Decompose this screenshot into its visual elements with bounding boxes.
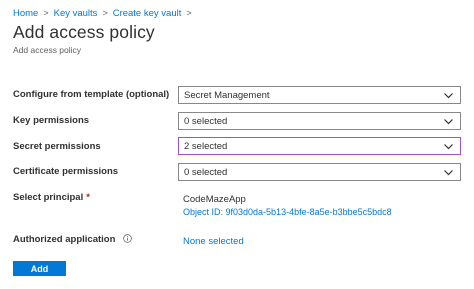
chevron-down-icon: [444, 144, 453, 150]
select-principal-label: Select principal *: [13, 192, 90, 204]
certificate-permissions-dropdown[interactable]: 0 selected: [178, 163, 461, 181]
breadcrumb-separator-icon: >: [102, 8, 108, 18]
certificate-permissions-value: 0 selected: [184, 166, 228, 178]
secret-permissions-dropdown[interactable]: 2 selected: [178, 137, 461, 155]
page-title: Add access policy: [13, 22, 155, 42]
chevron-down-icon: [444, 170, 453, 176]
secret-permissions-label: Secret permissions: [13, 141, 101, 152]
authorized-application-link[interactable]: None selected: [183, 236, 244, 247]
key-permissions-label: Key permissions: [13, 115, 90, 126]
info-icon[interactable]: [123, 234, 132, 243]
secret-permissions-value: 2 selected: [184, 140, 228, 152]
template-dropdown-value: Secret Management: [184, 89, 270, 101]
certificate-permissions-label: Certificate permissions: [13, 166, 119, 177]
breadcrumb: Home > Key vaults > Create key vault >: [13, 6, 197, 20]
breadcrumb-home[interactable]: Home: [13, 8, 38, 19]
template-label: Configure from template (optional): [13, 89, 170, 100]
add-button[interactable]: Add: [13, 261, 66, 276]
principal-object-id-link[interactable]: Object ID: 9f03d0da-5b13-4bfe-8a5e-b3bbe…: [183, 207, 392, 217]
select-principal-label-text: Select principal: [13, 192, 84, 203]
principal-name: CodeMazeApp: [183, 194, 246, 205]
required-marker: *: [86, 192, 90, 203]
chevron-down-icon: [444, 119, 453, 125]
breadcrumb-create-key-vault[interactable]: Create key vault: [113, 8, 182, 19]
breadcrumb-key-vaults[interactable]: Key vaults: [54, 8, 98, 19]
chevron-down-icon: [444, 93, 453, 99]
key-permissions-dropdown[interactable]: 0 selected: [178, 112, 461, 130]
template-dropdown[interactable]: Secret Management: [178, 86, 461, 104]
key-permissions-value: 0 selected: [184, 115, 228, 127]
authorized-application-label-text: Authorized application: [13, 234, 116, 245]
authorized-application-label: Authorized application: [13, 234, 132, 246]
page-subtitle: Add access policy: [13, 45, 82, 55]
breadcrumb-separator-icon: >: [43, 8, 49, 18]
breadcrumb-separator-icon: >: [186, 8, 192, 18]
